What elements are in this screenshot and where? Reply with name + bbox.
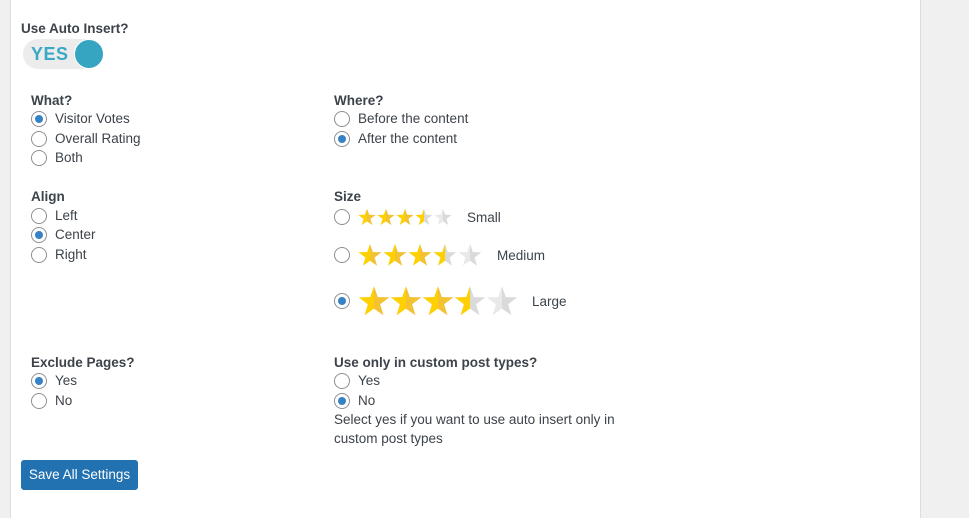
star-full-icon bbox=[377, 208, 395, 226]
custom-post-types-heading: Use only in custom post types? bbox=[334, 355, 538, 370]
radio-button[interactable] bbox=[31, 130, 47, 147]
radio-button[interactable] bbox=[334, 293, 350, 309]
radio-button[interactable] bbox=[334, 110, 350, 127]
radio-label: Yes bbox=[55, 373, 78, 388]
radio-label: Left bbox=[55, 208, 78, 223]
size-label: Large bbox=[532, 293, 567, 309]
radio-label: No bbox=[55, 393, 73, 408]
star-rating-preview-medium bbox=[358, 243, 483, 267]
radio-button[interactable] bbox=[31, 246, 47, 263]
where-option-before[interactable]: Before the content bbox=[334, 109, 468, 128]
radio-button[interactable] bbox=[334, 247, 350, 263]
star-full-icon bbox=[358, 286, 390, 316]
star-rating-preview-large bbox=[358, 285, 518, 317]
star-full-icon bbox=[390, 286, 422, 316]
star-full-icon bbox=[358, 208, 376, 226]
what-option-both[interactable]: Both bbox=[31, 148, 83, 167]
custom-post-types-option-no[interactable]: No bbox=[334, 391, 375, 410]
toggle-state-label: YES bbox=[31, 44, 69, 64]
radio-button[interactable] bbox=[334, 372, 350, 389]
size-option-medium[interactable]: Medium bbox=[334, 241, 545, 269]
star-full-icon bbox=[408, 243, 432, 266]
radio-label: No bbox=[358, 393, 376, 408]
star-half-icon bbox=[433, 243, 457, 266]
size-option-large[interactable]: Large bbox=[334, 284, 567, 318]
where-heading: Where? bbox=[334, 93, 384, 108]
radio-button[interactable] bbox=[31, 372, 47, 389]
radio-button[interactable] bbox=[31, 110, 47, 127]
size-heading: Size bbox=[334, 189, 362, 204]
radio-label: Yes bbox=[358, 373, 381, 388]
align-heading: Align bbox=[31, 189, 65, 204]
exclude-pages-option-no[interactable]: No bbox=[31, 391, 72, 410]
exclude-pages-heading: Exclude Pages? bbox=[31, 355, 135, 370]
radio-button[interactable] bbox=[31, 392, 47, 409]
what-heading: What? bbox=[31, 93, 73, 108]
exclude-pages-option-yes[interactable]: Yes bbox=[31, 371, 77, 390]
star-empty-icon bbox=[486, 286, 518, 316]
star-full-icon bbox=[396, 208, 414, 226]
align-option-left[interactable]: Left bbox=[31, 206, 78, 225]
radio-button[interactable] bbox=[31, 226, 47, 243]
size-label: Small bbox=[467, 209, 501, 225]
custom-post-types-help-text: Select yes if you want to use auto inser… bbox=[334, 412, 615, 446]
radio-button[interactable] bbox=[334, 392, 350, 409]
align-option-right[interactable]: Right bbox=[31, 245, 87, 264]
auto-insert-heading: Use Auto Insert? bbox=[21, 21, 129, 36]
size-option-small[interactable]: Small bbox=[334, 206, 501, 228]
auto-insert-toggle[interactable]: YES bbox=[23, 39, 104, 69]
radio-label: Right bbox=[55, 247, 87, 262]
star-empty-icon bbox=[434, 208, 452, 226]
radio-button[interactable] bbox=[334, 209, 350, 225]
what-option-visitor-votes[interactable]: Visitor Votes bbox=[31, 109, 130, 128]
radio-label: Before the content bbox=[358, 111, 469, 126]
size-label: Medium bbox=[497, 247, 546, 263]
star-full-icon bbox=[358, 243, 382, 266]
where-option-after[interactable]: After the content bbox=[334, 129, 457, 148]
radio-label: Visitor Votes bbox=[55, 111, 130, 126]
toggle-knob[interactable] bbox=[74, 39, 104, 69]
radio-button[interactable] bbox=[334, 130, 350, 147]
radio-label: Both bbox=[55, 150, 83, 165]
star-half-icon bbox=[415, 208, 433, 226]
save-all-settings-button[interactable]: Save All Settings bbox=[21, 460, 138, 490]
radio-label: Overall Rating bbox=[55, 131, 141, 146]
custom-post-types-option-yes[interactable]: Yes bbox=[334, 371, 380, 390]
star-full-icon bbox=[422, 286, 454, 316]
radio-label: Center bbox=[55, 227, 96, 242]
star-empty-icon bbox=[458, 243, 482, 266]
star-full-icon bbox=[383, 243, 407, 266]
radio-button[interactable] bbox=[31, 149, 47, 166]
radio-label: After the content bbox=[358, 131, 458, 146]
what-option-overall-rating[interactable]: Overall Rating bbox=[31, 129, 141, 148]
radio-button[interactable] bbox=[31, 207, 47, 224]
align-option-center[interactable]: Center bbox=[31, 225, 96, 244]
star-rating-preview-small bbox=[358, 208, 453, 226]
star-half-icon bbox=[454, 286, 486, 316]
